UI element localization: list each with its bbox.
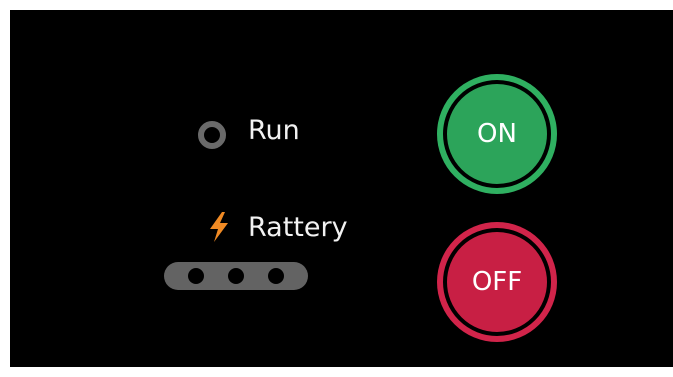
battery-dot xyxy=(228,268,244,284)
control-panel: Run Rattery ON OFF xyxy=(10,10,673,367)
battery-dot xyxy=(188,268,204,284)
battery-level-indicator xyxy=(164,262,308,290)
on-button[interactable]: ON xyxy=(437,74,557,194)
off-button-label: OFF xyxy=(443,228,551,336)
run-label: Run xyxy=(248,115,300,146)
on-button-label: ON xyxy=(443,80,551,188)
lightning-bolt-icon xyxy=(210,212,228,242)
battery-dot xyxy=(268,268,284,284)
run-indicator-icon xyxy=(198,121,226,149)
battery-label: Rattery xyxy=(248,212,348,243)
off-button[interactable]: OFF xyxy=(437,222,557,342)
